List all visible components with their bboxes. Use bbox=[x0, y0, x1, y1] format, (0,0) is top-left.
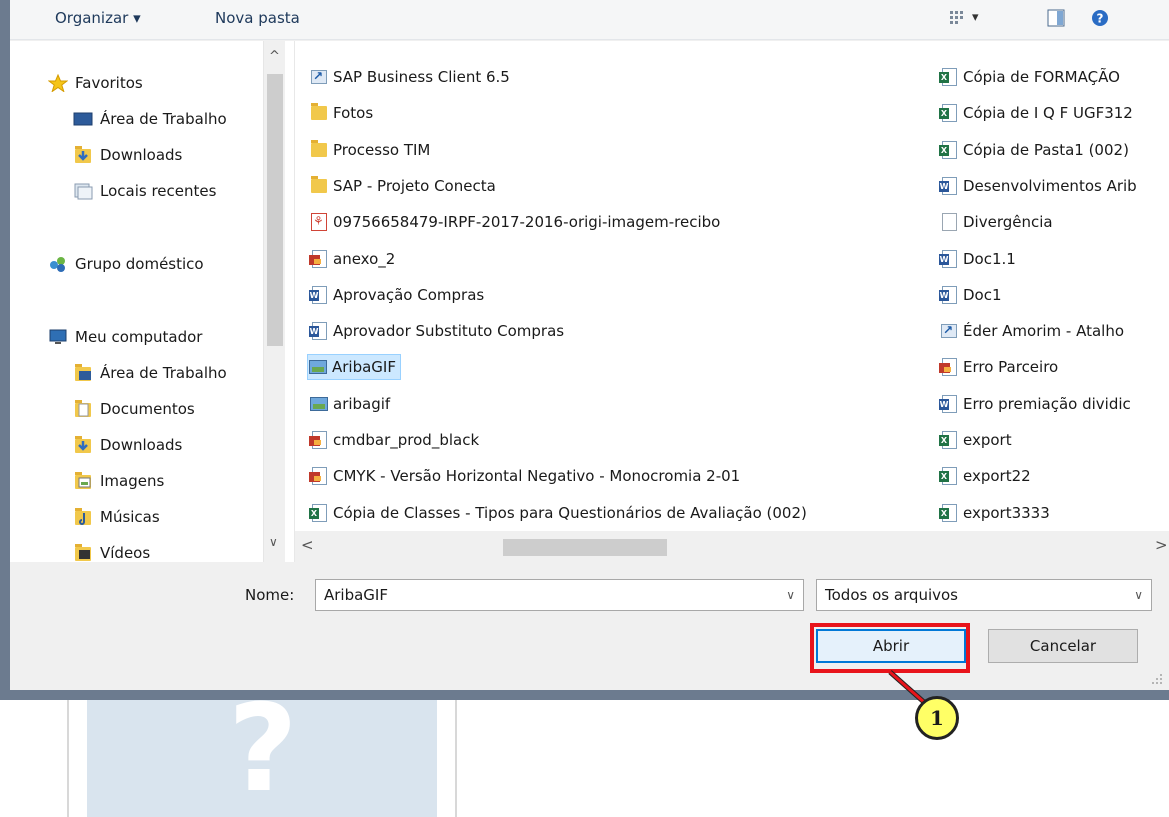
screen: ? Organizar ▾ Nova pasta ▾ ? Favoritos Á… bbox=[0, 0, 1169, 817]
step-callout-badge: 1 bbox=[915, 696, 959, 740]
callout-connector bbox=[888, 670, 927, 705]
